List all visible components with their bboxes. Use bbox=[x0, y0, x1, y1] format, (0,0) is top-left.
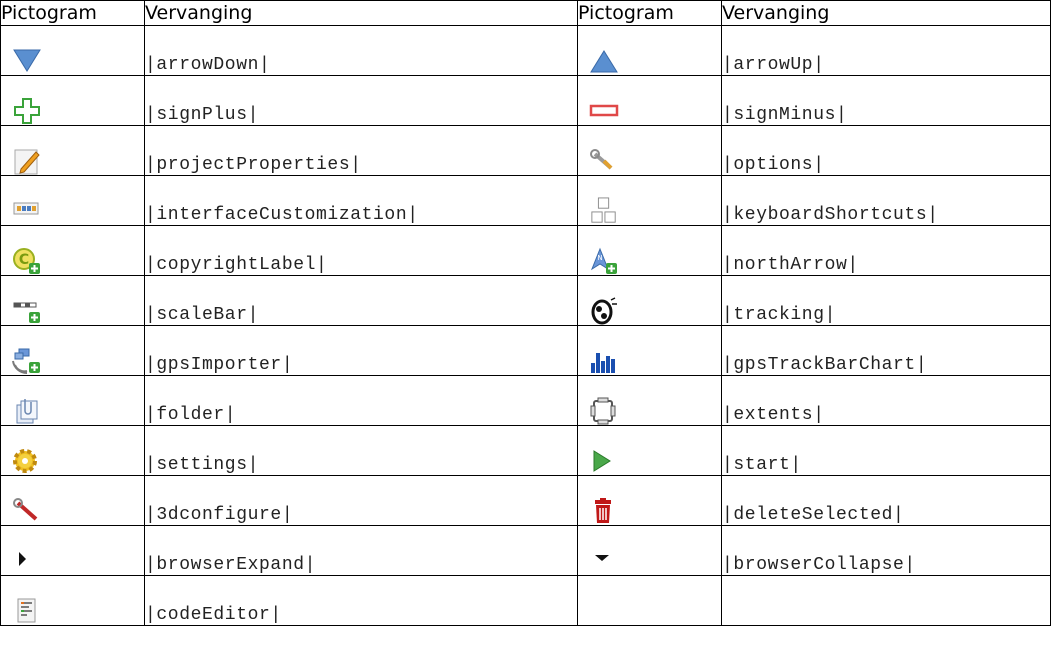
header-vervanging-right: Vervanging bbox=[721, 0, 1051, 26]
table-row: |projectProperties| |options| bbox=[0, 125, 1051, 176]
header-pictogram-right: Pictogram bbox=[577, 0, 722, 26]
browser-collapse-icon bbox=[586, 547, 622, 575]
settings-icon bbox=[9, 447, 45, 475]
extents-icon bbox=[586, 397, 622, 425]
table-row: C |copyrightLabel| N |northArrow| bbox=[0, 225, 1051, 276]
substitution-code: |arrowUp| bbox=[721, 25, 1051, 76]
table-row: |signPlus| |signMinus| bbox=[0, 75, 1051, 126]
arrow-up-icon bbox=[586, 47, 622, 75]
substitution-code: |signPlus| bbox=[144, 75, 578, 126]
table-row: |folder| |extents| bbox=[0, 375, 1051, 426]
sign-plus-icon bbox=[9, 97, 45, 125]
copyright-label-icon: C bbox=[9, 247, 45, 275]
scale-bar-icon bbox=[9, 297, 45, 325]
table-header-row: Pictogram Vervanging Pictogram Vervangin… bbox=[0, 0, 1051, 26]
substitution-code: |browserCollapse| bbox=[721, 525, 1051, 576]
sign-minus-icon bbox=[586, 97, 622, 125]
project-properties-icon bbox=[9, 147, 45, 175]
empty-cell bbox=[577, 575, 722, 626]
browser-expand-icon bbox=[9, 547, 45, 575]
code-editor-icon bbox=[9, 597, 45, 625]
substitution-code: |3dconfigure| bbox=[144, 475, 578, 526]
substitution-code: |gpsTrackBarChart| bbox=[721, 325, 1051, 376]
north-arrow-icon: N bbox=[586, 247, 622, 275]
folder-icon bbox=[9, 397, 45, 425]
empty-cell bbox=[721, 575, 1051, 626]
table-row: |gpsImporter| |gpsTrackBarChart| bbox=[0, 325, 1051, 376]
substitution-code: |northArrow| bbox=[721, 225, 1051, 276]
gps-track-bar-chart-icon bbox=[586, 347, 622, 375]
substitution-code: |start| bbox=[721, 425, 1051, 476]
svg-text:C: C bbox=[19, 252, 29, 268]
gps-importer-icon bbox=[9, 347, 45, 375]
table-row: |arrowDown| |arrowUp| bbox=[0, 25, 1051, 76]
svg-text:N: N bbox=[597, 254, 602, 262]
substitution-code: |signMinus| bbox=[721, 75, 1051, 126]
substitution-code: |settings| bbox=[144, 425, 578, 476]
substitution-code: |copyrightLabel| bbox=[144, 225, 578, 276]
interface-customization-icon bbox=[9, 197, 45, 225]
substitution-code: |arrowDown| bbox=[144, 25, 578, 76]
header-pictogram-left: Pictogram bbox=[0, 0, 145, 26]
table-row: |scaleBar| |tracking| bbox=[0, 275, 1051, 326]
start-icon bbox=[586, 447, 622, 475]
keyboard-shortcuts-icon bbox=[586, 197, 622, 225]
table-row: |codeEditor| bbox=[0, 575, 1051, 626]
delete-selected-icon bbox=[586, 497, 622, 525]
substitution-code: |tracking| bbox=[721, 275, 1051, 326]
substitution-code: |projectProperties| bbox=[144, 125, 578, 176]
substitution-code: |gpsImporter| bbox=[144, 325, 578, 376]
options-icon bbox=[586, 147, 622, 175]
substitution-code: |extents| bbox=[721, 375, 1051, 426]
substitution-code: |interfaceCustomization| bbox=[144, 175, 578, 226]
substitution-code: |keyboardShortcuts| bbox=[721, 175, 1051, 226]
arrow-down-icon bbox=[9, 47, 45, 75]
substitution-table: Pictogram Vervanging Pictogram Vervangin… bbox=[0, 0, 1051, 626]
substitution-code: |browserExpand| bbox=[144, 525, 578, 576]
header-vervanging-left: Vervanging bbox=[144, 0, 578, 26]
table-row: |3dconfigure| |deleteSelected| bbox=[0, 475, 1051, 526]
table-row: |interfaceCustomization| |keyboardShortc… bbox=[0, 175, 1051, 226]
substitution-code: |deleteSelected| bbox=[721, 475, 1051, 526]
table-row: |browserExpand| |browserCollapse| bbox=[0, 525, 1051, 576]
substitution-code: |scaleBar| bbox=[144, 275, 578, 326]
3d-configure-icon bbox=[9, 497, 45, 525]
substitution-code: |folder| bbox=[144, 375, 578, 426]
table-row: |settings| |start| bbox=[0, 425, 1051, 476]
substitution-code: |options| bbox=[721, 125, 1051, 176]
substitution-code: |codeEditor| bbox=[144, 575, 578, 626]
tracking-icon bbox=[586, 297, 622, 325]
